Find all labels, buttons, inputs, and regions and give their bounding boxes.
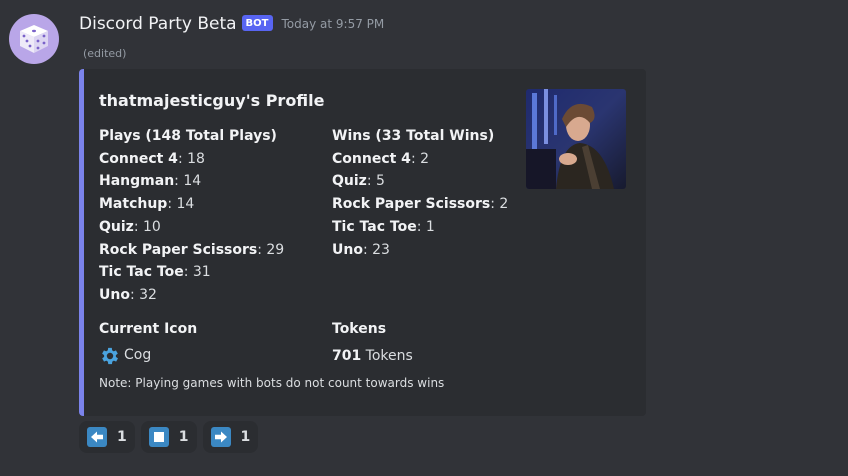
play-count: : 18 xyxy=(177,150,205,167)
plays-row: Tic Tac Toe: 31 xyxy=(99,261,284,284)
play-count: : 29 xyxy=(257,241,285,258)
current-icon-label: Cog xyxy=(124,347,152,364)
win-count: : 2 xyxy=(410,150,430,167)
wins-field: Wins (33 Total Wins) Connect 4: 2 Quiz: … xyxy=(332,125,508,261)
edited-label: (edited) xyxy=(83,47,127,60)
wins-field-name: Wins (33 Total Wins) xyxy=(332,128,495,144)
game-name: Connect 4 xyxy=(99,150,178,167)
play-count: : 10 xyxy=(133,218,161,235)
game-name: Uno xyxy=(332,241,363,258)
reaction-stop[interactable]: 1 xyxy=(140,421,197,453)
reaction-count: 1 xyxy=(178,429,189,445)
bot-avatar[interactable] xyxy=(9,14,59,64)
arrow-right-icon xyxy=(210,427,231,447)
bot-tag: BOT xyxy=(241,15,273,31)
timestamp[interactable]: Today at 9:57 PM xyxy=(282,17,385,31)
gear-icon xyxy=(102,347,118,364)
embed-title: thatmajesticguy's Profile xyxy=(99,91,325,110)
game-name: Quiz xyxy=(99,218,134,235)
reaction-arrow-left[interactable]: 1 xyxy=(79,421,135,453)
plays-row: Matchup: 14 xyxy=(99,193,284,216)
current-icon-field-name: Current Icon xyxy=(99,321,198,337)
win-count: : 23 xyxy=(362,241,390,258)
profile-thumbnail[interactable] xyxy=(526,89,626,189)
dice-icon xyxy=(20,25,48,53)
profile-embed: thatmajesticguy's Profile Plays (148 Tot… xyxy=(79,69,646,416)
play-count: : 14 xyxy=(167,196,195,213)
reaction-count: 1 xyxy=(117,429,127,445)
play-count: : 14 xyxy=(174,173,202,190)
wins-row: Uno: 23 xyxy=(332,239,508,262)
plays-row: Connect 4: 18 xyxy=(99,148,284,171)
reaction-bar: 1 1 1 xyxy=(79,421,264,453)
stop-icon xyxy=(148,427,169,447)
plays-row: Rock Paper Scissors: 29 xyxy=(99,239,284,262)
tokens-value: 701 Tokens xyxy=(332,343,413,369)
game-name: Tic Tac Toe xyxy=(99,264,184,281)
game-name: Tic Tac Toe xyxy=(332,218,417,235)
wins-row: Quiz: 5 xyxy=(332,170,508,193)
tokens-unit: Tokens xyxy=(361,347,413,364)
tokens-amount: 701 xyxy=(332,347,362,364)
game-name: Matchup xyxy=(99,196,168,213)
win-count: : 5 xyxy=(366,173,385,190)
reaction-count: 1 xyxy=(240,429,251,445)
current-icon-value: Cog xyxy=(99,343,197,369)
play-count: : 32 xyxy=(129,286,157,303)
reaction-arrow-right[interactable]: 1 xyxy=(202,421,259,453)
game-name: Quiz xyxy=(332,173,367,190)
tokens-field-name: Tokens xyxy=(332,321,387,337)
username[interactable]: Discord Party Beta xyxy=(79,14,237,34)
arrow-left-icon xyxy=(87,427,107,447)
game-name: Uno xyxy=(99,286,130,303)
current-icon-field: Current Icon Cog xyxy=(99,318,197,369)
play-count: : 31 xyxy=(183,264,211,281)
embed-footer: Note: Playing games with bots do not cou… xyxy=(99,376,445,390)
win-count: : 1 xyxy=(416,218,435,235)
plays-field-name: Plays (148 Total Plays) xyxy=(99,128,277,144)
wins-row: Rock Paper Scissors: 2 xyxy=(332,193,508,216)
chat-message: Discord Party Beta BOT Today at 9:57 PM … xyxy=(0,0,848,476)
wins-row: Tic Tac Toe: 1 xyxy=(332,216,508,239)
plays-row: Hangman: 14 xyxy=(99,170,284,193)
profile-photo xyxy=(526,89,626,189)
game-name: Rock Paper Scissors xyxy=(99,241,258,258)
plays-field: Plays (148 Total Plays) Connect 4: 18 Ha… xyxy=(99,125,284,307)
game-name: Connect 4 xyxy=(332,150,411,167)
game-name: Rock Paper Scissors xyxy=(332,196,491,213)
plays-row: Uno: 32 xyxy=(99,284,284,307)
tokens-field: Tokens 701 Tokens xyxy=(332,318,413,369)
wins-row: Connect 4: 2 xyxy=(332,148,508,171)
message-header: Discord Party Beta BOT Today at 9:57 PM xyxy=(79,12,384,36)
game-name: Hangman xyxy=(99,173,175,190)
plays-row: Quiz: 10 xyxy=(99,216,284,239)
win-count: : 2 xyxy=(490,196,509,213)
